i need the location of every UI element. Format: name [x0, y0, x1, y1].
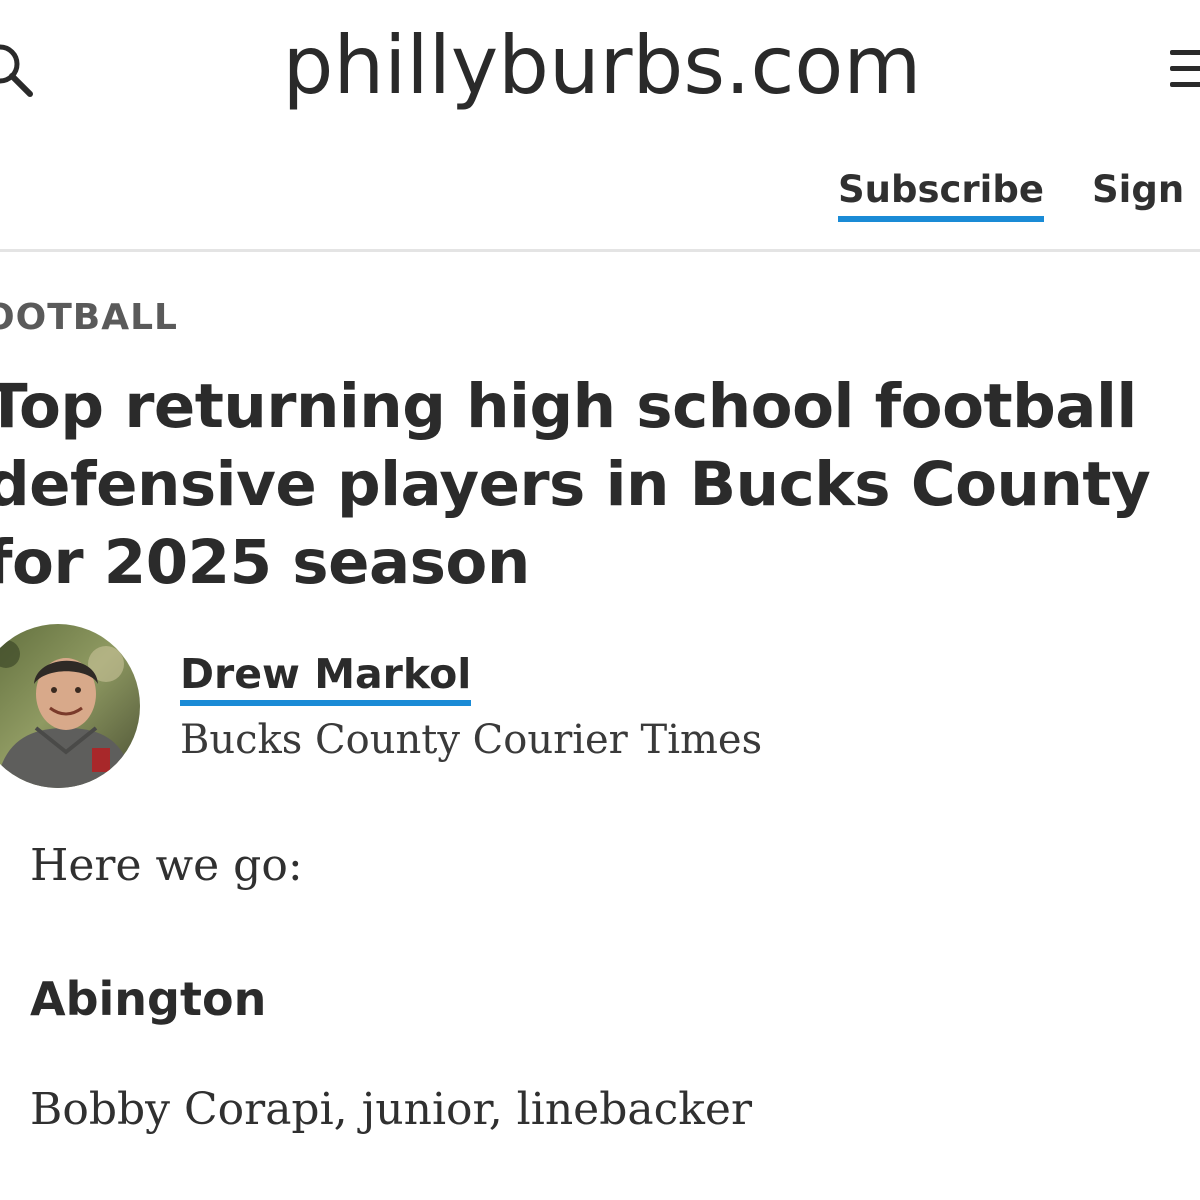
site-title[interactable]: phillyburbs.com — [2, 14, 1200, 118]
article-page: phillyburbs.com Subscribe Sign I OOTBALL… — [0, 0, 1200, 1200]
header-divider — [0, 249, 1200, 252]
hamburger-menu-icon — [1170, 82, 1200, 87]
headline-line: defensive players in Bucks County — [0, 449, 1151, 520]
subscribe-link[interactable]: Subscribe — [838, 166, 1044, 222]
menu-button[interactable] — [1166, 44, 1200, 94]
site-header: phillyburbs.com — [0, 0, 1200, 140]
sign-in-link[interactable]: Sign I — [1092, 166, 1200, 214]
article-intro: Here we go: — [30, 840, 303, 891]
team-heading: Abington — [30, 972, 267, 1026]
byline: Drew Markol Bucks County Courier Times — [0, 620, 1200, 800]
article-headline: Top returning high school football defen… — [0, 368, 1186, 602]
hamburger-menu-icon — [1170, 66, 1200, 71]
author-name-link[interactable]: Drew Markol — [180, 648, 472, 706]
section-label[interactable]: OOTBALL — [0, 296, 178, 340]
author-publication: Bucks County Courier Times — [180, 717, 763, 763]
account-bar: Subscribe Sign I — [0, 150, 1200, 250]
headline-line: for 2025 season — [0, 527, 530, 598]
headline-line: Top returning high school football — [0, 371, 1137, 442]
player-entry: Bobby Corapi, junior, linebacker — [30, 1084, 752, 1135]
author-photo — [0, 624, 140, 788]
author-avatar[interactable] — [0, 624, 140, 788]
hamburger-menu-icon — [1170, 50, 1200, 55]
